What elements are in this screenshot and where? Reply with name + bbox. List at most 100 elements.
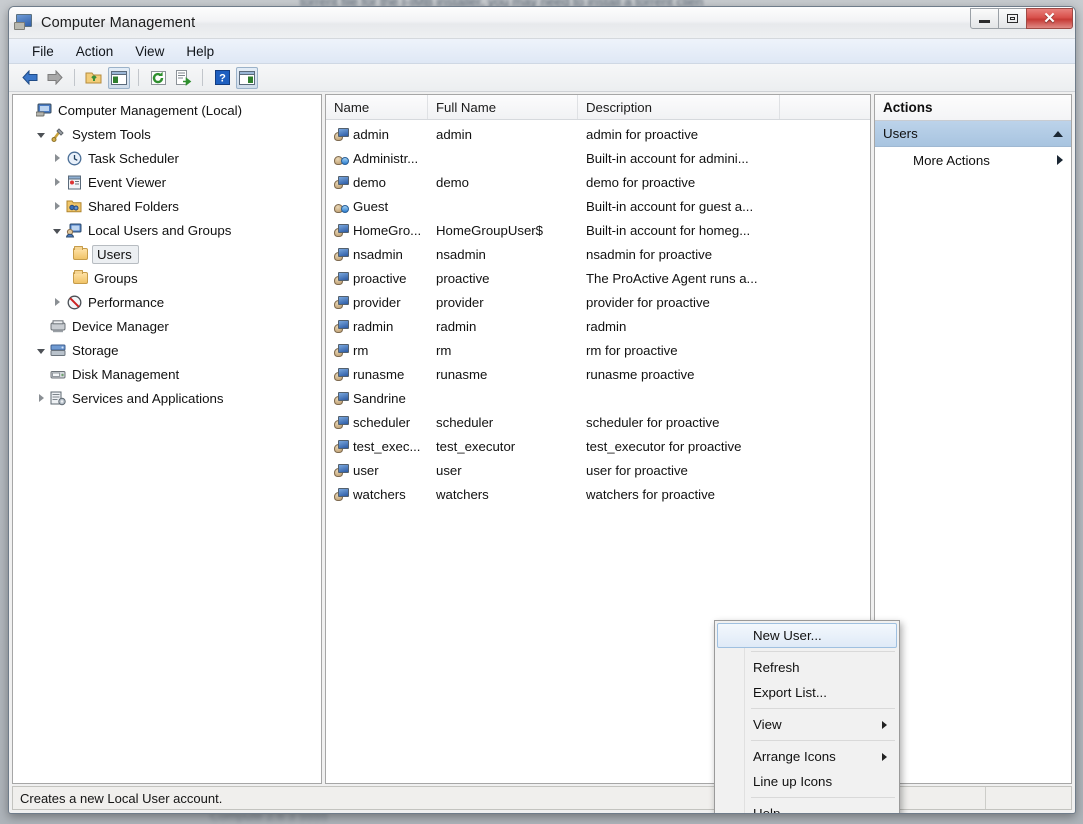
table-row[interactable]: radmin radmin radmin xyxy=(326,314,870,338)
column-header-description[interactable]: Description xyxy=(578,95,780,119)
table-row[interactable]: runasme runasme runasme proactive xyxy=(326,362,870,386)
show-hide-action-pane-button[interactable] xyxy=(236,66,258,89)
column-header-blank[interactable] xyxy=(780,95,870,119)
users-list-pane[interactable]: Name Full Name Description admin admin a… xyxy=(325,94,900,813)
table-row[interactable]: scheduler scheduler scheduler for proact… xyxy=(326,410,870,434)
tree-expander-collapsed[interactable] xyxy=(33,394,49,402)
status-bar: Creates a new Local User account. xyxy=(12,786,1072,810)
menu-help[interactable]: Help xyxy=(175,41,225,62)
help-button[interactable]: ? xyxy=(211,67,233,89)
column-header-full-name[interactable]: Full Name xyxy=(428,95,578,119)
tree-expander-collapsed[interactable] xyxy=(49,154,65,162)
tree-node-label: System Tools xyxy=(72,126,151,142)
close-button[interactable]: ✕ xyxy=(1026,8,1073,29)
context-menu-item-refresh[interactable]: Refresh xyxy=(717,655,897,680)
context-menu-item-line-up-icons[interactable]: Line up Icons xyxy=(717,769,897,794)
tree-node-label: Storage xyxy=(72,342,119,358)
cell-name: provider xyxy=(326,295,428,310)
tree-node-groups[interactable]: Groups xyxy=(13,266,321,290)
local-user-icon xyxy=(334,247,349,261)
cell-full-name: nsadmin xyxy=(436,246,486,262)
table-row[interactable]: HomeGro... HomeGroupUser$ Built-in accou… xyxy=(326,218,870,242)
tree-node-computer-management[interactable]: Computer Management (Local) xyxy=(13,98,321,122)
tree-node-device-manager[interactable]: Device Manager xyxy=(13,314,321,338)
context-menu-item-new-user[interactable]: New User... xyxy=(717,623,897,648)
builtin-user-icon xyxy=(334,199,349,213)
tree-node-services-and-applications[interactable]: Services and Applications xyxy=(13,386,321,410)
menu-view[interactable]: View xyxy=(124,41,175,62)
menu-action[interactable]: Action xyxy=(65,41,125,62)
status-bar-pane-3 xyxy=(986,787,1071,809)
cell-name: admin xyxy=(326,127,428,142)
cell-name: radmin xyxy=(326,319,428,334)
title-bar: Computer Management ✕ xyxy=(9,7,1075,39)
tree-expander-collapsed[interactable] xyxy=(49,202,65,210)
minimize-button[interactable] xyxy=(970,8,999,29)
action-item-more-actions[interactable]: More Actions xyxy=(875,147,1071,173)
export-list-icon xyxy=(175,69,191,86)
tree-node-performance[interactable]: Performance xyxy=(13,290,321,314)
services-icon xyxy=(49,390,67,406)
cell-name: Sandrine xyxy=(326,391,428,406)
local-user-icon xyxy=(334,463,349,477)
tree-node-label: Shared Folders xyxy=(88,198,179,214)
up-one-level-button[interactable] xyxy=(83,67,105,89)
table-row[interactable]: nsadmin nsadmin nsadmin for proactive xyxy=(326,242,870,266)
table-row[interactable]: watchers watchers watchers for proactive xyxy=(326,482,870,506)
tree-expander-collapsed[interactable] xyxy=(49,298,65,306)
cell-full-name: provider xyxy=(436,294,484,310)
context-menu-item-help[interactable]: Help xyxy=(717,801,897,813)
list-header: Name Full Name Description xyxy=(326,95,870,120)
tree-expander-expanded[interactable] xyxy=(33,347,49,354)
context-menu-item-label: New User... xyxy=(753,628,822,643)
folder-up-icon xyxy=(85,72,102,83)
cell-name: runasme xyxy=(326,367,428,382)
tree-node-users[interactable]: Users xyxy=(13,242,321,266)
tree-node-storage[interactable]: Storage xyxy=(13,338,321,362)
tree-expander-collapsed[interactable] xyxy=(49,178,65,186)
cell-full-name: demo xyxy=(436,174,469,190)
table-row[interactable]: Guest Built-in account for guest a... xyxy=(326,194,870,218)
back-button[interactable] xyxy=(19,67,41,89)
restore-button[interactable] xyxy=(998,8,1027,29)
tree-node-system-tools[interactable]: System Tools xyxy=(13,122,321,146)
chevron-up-icon[interactable] xyxy=(1053,130,1063,137)
computer-icon xyxy=(35,102,53,118)
context-menu-item-export-list[interactable]: Export List... xyxy=(717,680,897,705)
refresh-button[interactable] xyxy=(147,67,169,89)
table-row[interactable]: admin admin admin for proactive xyxy=(326,122,870,146)
forward-button[interactable] xyxy=(44,67,66,89)
table-row[interactable]: Administr... Built-in account for admini… xyxy=(326,146,870,170)
table-row[interactable]: user user user for proactive xyxy=(326,458,870,482)
cell-description: provider for proactive xyxy=(586,294,710,310)
table-row[interactable]: demo demo demo for proactive xyxy=(326,170,870,194)
tree-node-disk-management[interactable]: Disk Management xyxy=(13,362,321,386)
export-list-button[interactable] xyxy=(172,67,194,89)
console-tree-icon xyxy=(111,70,127,85)
toolbar: ? xyxy=(9,64,1075,92)
show-hide-console-tree-button[interactable] xyxy=(108,66,130,89)
table-row[interactable]: Sandrine xyxy=(326,386,870,410)
menu-file[interactable]: File xyxy=(21,41,65,62)
local-user-icon xyxy=(334,127,349,141)
column-header-name[interactable]: Name xyxy=(326,95,428,119)
actions-group-users[interactable]: Users xyxy=(875,121,1071,147)
cell-full-name: user xyxy=(436,462,462,478)
context-menu[interactable]: New User... Refresh Export List... View … xyxy=(714,620,900,813)
tree-node-task-scheduler[interactable]: Task Scheduler xyxy=(13,146,321,170)
tree-node-shared-folders[interactable]: Shared Folders xyxy=(13,194,321,218)
context-menu-item-arrange-icons[interactable]: Arrange Icons xyxy=(717,744,897,769)
table-row[interactable]: test_exec... test_executor test_executor… xyxy=(326,434,870,458)
tree-node-event-viewer[interactable]: Event Viewer xyxy=(13,170,321,194)
context-menu-item-view[interactable]: View xyxy=(717,712,897,737)
window-title: Computer Management xyxy=(41,14,196,31)
table-row[interactable]: proactive proactive The ProActive Agent … xyxy=(326,266,870,290)
table-row[interactable]: provider provider provider for proactive xyxy=(326,290,870,314)
system-tools-icon xyxy=(49,126,67,142)
tree-node-local-users-and-groups[interactable]: Local Users and Groups xyxy=(13,218,321,242)
cell-description: nsadmin for proactive xyxy=(586,246,713,262)
table-row[interactable]: rm rm rm for proactive xyxy=(326,338,870,362)
tree-expander-expanded[interactable] xyxy=(49,227,65,234)
tree-expander-expanded[interactable] xyxy=(33,131,49,138)
console-tree-pane[interactable]: Computer Management (Local) System Tools… xyxy=(12,94,322,784)
